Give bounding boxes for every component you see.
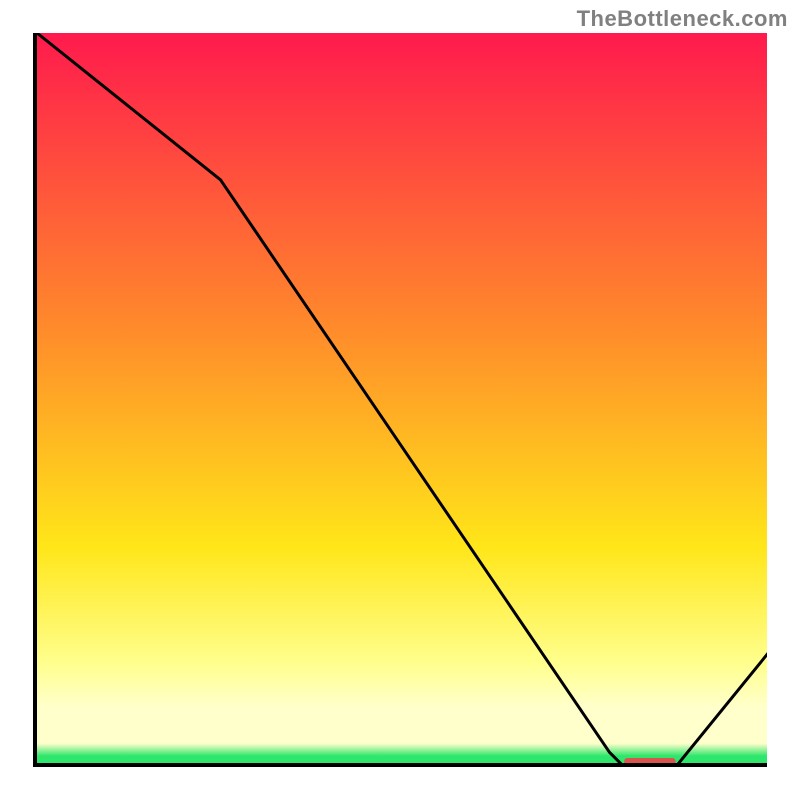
plot-area	[33, 33, 767, 767]
watermark-text: TheBottleneck.com	[577, 6, 788, 32]
bottleneck-chart: TheBottleneck.com	[0, 0, 800, 800]
optimal-marker	[37, 33, 767, 767]
